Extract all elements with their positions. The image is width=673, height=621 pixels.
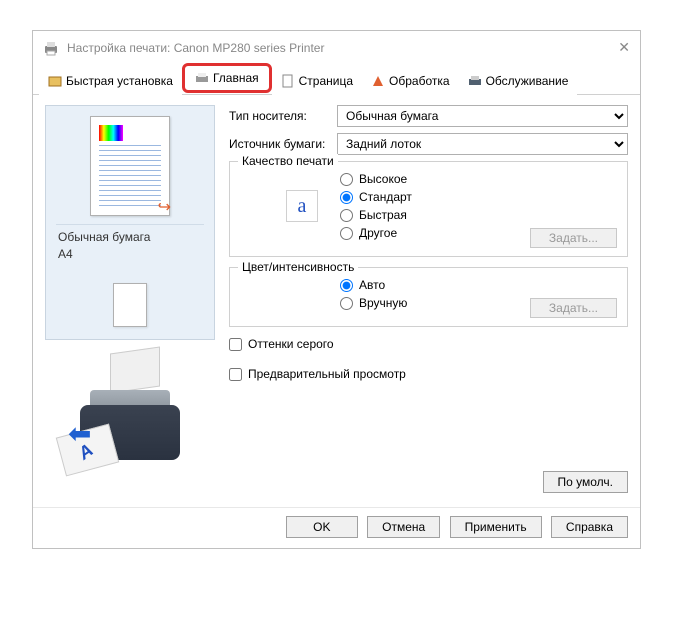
main-tab-icon (195, 71, 209, 85)
tab-content: ↪ Обычная бумага A4 ⬅ Тип носителя: Обыч… (33, 95, 640, 507)
color-auto[interactable]: Авто (340, 276, 617, 294)
preview-box: ↪ Обычная бумага A4 (45, 105, 215, 340)
document-preview-icon: ↪ (90, 116, 170, 216)
print-settings-window: Настройка печати: Canon MP280 series Pri… (32, 30, 641, 549)
quality-title: Качество печати (238, 154, 338, 168)
preview-checkbox[interactable]: Предварительный просмотр (229, 367, 628, 381)
tab-maintenance[interactable]: Обслуживание (459, 65, 578, 95)
preview-size: A4 (58, 246, 202, 263)
close-icon[interactable]: ✕ (618, 39, 630, 56)
preview-pane: ↪ Обычная бумага A4 ⬅ (45, 105, 215, 493)
cancel-button[interactable]: Отмена (367, 516, 440, 538)
window-title: Настройка печати: Canon MP280 series Pri… (67, 41, 324, 55)
printer-icon (43, 40, 59, 56)
apply-button[interactable]: Применить (450, 516, 542, 538)
quality-standard[interactable]: Стандарт (340, 188, 617, 206)
paper-source-label: Источник бумаги: (229, 137, 329, 151)
tab-bar: Быстрая установка Главная Страница Обраб… (33, 64, 640, 95)
ok-button[interactable]: OK (286, 516, 358, 538)
effects-tab-icon (371, 74, 385, 88)
tab-page-setup[interactable]: Страница (272, 65, 362, 95)
preview-info: Обычная бумага A4 (56, 224, 204, 267)
print-quality-group: Качество печати a Высокое Стандарт Быстр… (229, 161, 628, 257)
quality-high[interactable]: Высокое (340, 170, 617, 188)
tab-main[interactable]: Главная (182, 63, 272, 93)
small-page-icon (113, 283, 147, 327)
tab-quick-setup[interactable]: Быстрая установка (39, 65, 182, 95)
tab-effects[interactable]: Обработка (362, 65, 459, 95)
help-button[interactable]: Справка (551, 516, 628, 538)
quick-setup-icon (48, 74, 62, 88)
dialog-footer: OK Отмена Применить Справка (33, 507, 640, 548)
quality-set-button[interactable]: Задать... (530, 228, 617, 248)
paper-source-select[interactable]: Задний лоток (337, 133, 628, 155)
color-set-button[interactable]: Задать... (530, 298, 617, 318)
media-type-select[interactable]: Обычная бумага (337, 105, 628, 127)
defaults-button[interactable]: По умолч. (543, 471, 628, 493)
preview-media: Обычная бумага (58, 229, 202, 246)
settings-pane: Тип носителя: Обычная бумага Источник бу… (229, 105, 628, 493)
color-title: Цвет/интенсивность (238, 260, 358, 274)
maintenance-tab-icon (468, 74, 482, 88)
page-tab-icon (281, 74, 295, 88)
quality-sample-icon: a (286, 190, 318, 222)
titlebar: Настройка печати: Canon MP280 series Pri… (33, 31, 640, 64)
quality-fast[interactable]: Быстрая (340, 206, 617, 224)
media-type-label: Тип носителя: (229, 109, 329, 123)
printer-illustration: ⬅ (60, 350, 200, 470)
grayscale-checkbox[interactable]: Оттенки серого (229, 337, 628, 351)
color-intensity-group: Цвет/интенсивность Авто Вручную Задать..… (229, 267, 628, 327)
